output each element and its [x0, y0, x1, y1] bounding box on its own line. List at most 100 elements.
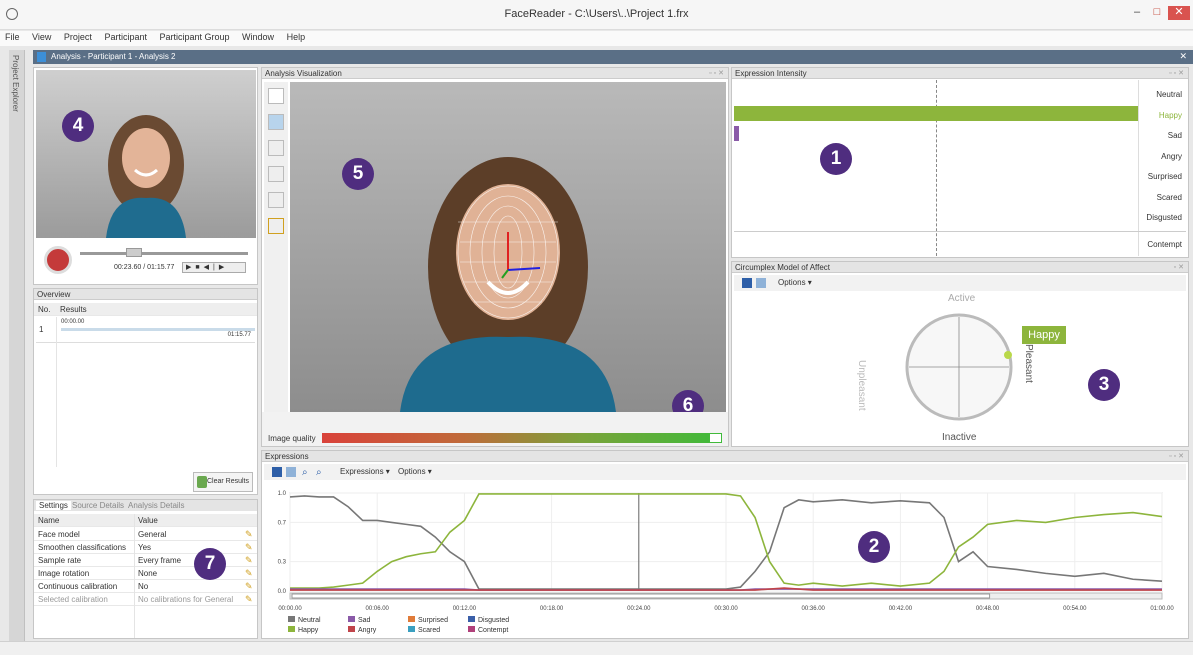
- menu-file[interactable]: File: [0, 31, 25, 43]
- panel-controls[interactable]: ▫▫✕: [1169, 68, 1186, 79]
- label-contempt: Contempt: [1147, 240, 1182, 249]
- analysis-video-frame: [290, 82, 726, 412]
- overview-row-end: 01:15.77: [227, 332, 251, 338]
- copy-icon[interactable]: [286, 467, 296, 477]
- menu-participant[interactable]: Participant: [99, 31, 152, 43]
- clear-results-label: Clear Results: [206, 478, 249, 485]
- minimize-button[interactable]: –: [1126, 6, 1148, 20]
- overview-row[interactable]: 1 00:00.00 01:15.77: [36, 319, 255, 343]
- edit-pencil-icon[interactable]: ✎: [245, 580, 253, 593]
- mesh-icon[interactable]: [268, 192, 284, 208]
- edit-pencil-icon[interactable]: ✎: [245, 567, 253, 580]
- menu-participant-group[interactable]: Participant Group: [154, 31, 234, 43]
- circumplex-title: Circumplex Model of Affect: [735, 263, 831, 272]
- legend-item-neutral: Neutral: [288, 616, 321, 624]
- document-icon: [37, 52, 46, 62]
- chart-scrollbar-thumb: [291, 593, 991, 599]
- label-neutral: Neutral: [1156, 90, 1182, 99]
- y-tick-label: 0.3: [278, 560, 287, 566]
- circumplex-options[interactable]: Options ▾: [778, 275, 812, 291]
- expressions-menu-label: Expressions: [340, 467, 384, 476]
- tab-settings[interactable]: Settings: [36, 501, 71, 510]
- overview-divider: [56, 317, 57, 467]
- legend-label: Sad: [358, 617, 371, 624]
- playback-slider[interactable]: [80, 252, 248, 255]
- overview-panel: Overview No. Results 1 00:00.00 01:15.77…: [33, 288, 258, 495]
- sidebar-label: Project Explorer: [11, 55, 20, 112]
- marker-2: 2: [858, 531, 890, 563]
- landmarks-icon[interactable]: [268, 166, 284, 182]
- transport-controls[interactable]: ▶■◀|▶: [182, 262, 246, 273]
- col-name: Name: [38, 516, 60, 525]
- expressions-options-menu[interactable]: Options ▾: [398, 464, 432, 480]
- panel-controls[interactable]: ▫▫✕: [1169, 451, 1186, 462]
- overview-title: Overview: [37, 290, 71, 299]
- x-tick-label: 00:12.00: [453, 606, 477, 612]
- clear-results-button[interactable]: Clear Results: [193, 472, 253, 492]
- visualization-header: Analysis Visualization ▫▫✕: [262, 68, 728, 79]
- legend-swatch: [468, 616, 475, 622]
- legend-label: Happy: [298, 627, 319, 634]
- title-bar: FaceReader - C:\Users\..\Project 1.frx –…: [0, 0, 1193, 30]
- setting-name: Sample rate: [38, 556, 82, 565]
- frame-icon[interactable]: [268, 88, 284, 104]
- visualization-panel: Analysis Visualization ▫▫✕ 5 6 Image qua…: [261, 67, 729, 447]
- edit-pencil-icon[interactable]: ✎: [245, 528, 253, 541]
- expressions-menu[interactable]: Expressions ▾: [340, 464, 390, 480]
- playback-slider-thumb[interactable]: [126, 248, 142, 257]
- edit-pencil-icon[interactable]: ✎: [245, 593, 253, 606]
- copy-icon[interactable]: [756, 278, 766, 288]
- overview-row-timeline: [61, 328, 255, 331]
- recycle-icon: [197, 476, 207, 488]
- legend-swatch: [348, 616, 355, 622]
- face-box-icon[interactable]: [268, 114, 284, 130]
- zoom-in-icon[interactable]: ⌕: [302, 465, 308, 481]
- expressions-title: Expressions: [265, 452, 309, 461]
- save-icon[interactable]: [272, 467, 282, 477]
- image-quality-area: Image quality: [262, 412, 728, 446]
- menu-view[interactable]: View: [27, 31, 56, 43]
- setting-name: Face model: [38, 530, 80, 539]
- menu-project[interactable]: Project: [59, 31, 97, 43]
- legend-item-contempt: Contempt: [468, 626, 508, 634]
- close-button[interactable]: ✕: [1168, 6, 1190, 20]
- circumplex-toolbar: Options ▾: [734, 275, 1186, 291]
- visualization-title: Analysis Visualization: [265, 69, 342, 78]
- panel-controls[interactable]: ▫▫✕: [709, 68, 726, 79]
- close-document-icon[interactable]: ✕: [1179, 51, 1187, 62]
- panel-controls[interactable]: ▫✕: [1174, 262, 1186, 273]
- document-tab[interactable]: Analysis - Participant 1 - Analysis 2 ✕: [33, 50, 1193, 64]
- edit-pencil-icon[interactable]: ✎: [245, 554, 253, 567]
- legend-label: Contempt: [478, 627, 509, 634]
- tab-analysis-details[interactable]: Analysis Details: [128, 501, 184, 510]
- edit-pencil-icon[interactable]: ✎: [245, 541, 253, 554]
- expressions-chart[interactable]: 00:00.00 00:06.00 00:12.00 00:18.00 00:24.00…: [264, 483, 1186, 613]
- legend-swatch: [468, 626, 475, 632]
- tab-source-details[interactable]: Source Details: [72, 501, 124, 510]
- legend-item-happy: Happy: [288, 626, 318, 634]
- x-tick-label: 00:30.00: [714, 606, 738, 612]
- happy-intensity-bar: [734, 106, 1138, 121]
- save-icon[interactable]: [742, 278, 752, 288]
- settings-row[interactable]: Smoothen classifications Yes ✎: [34, 541, 257, 554]
- project-explorer-sidebar[interactable]: Project Explorer: [9, 50, 25, 655]
- settings-row[interactable]: Continuous calibration No ✎: [34, 580, 257, 593]
- x-tick-label: 00:18.00: [540, 606, 564, 612]
- face-model-icon[interactable]: [268, 140, 284, 156]
- zoom-out-icon[interactable]: ⌕: [316, 465, 322, 481]
- settings-row[interactable]: Face model General ✎: [34, 528, 257, 541]
- window-title: FaceReader - C:\Users\..\Project 1.frx: [504, 8, 689, 20]
- menu-window[interactable]: Window: [237, 31, 279, 43]
- maximize-button[interactable]: □: [1146, 6, 1168, 20]
- gaze-icon[interactable]: [268, 218, 284, 234]
- x-tick-label: 00:48.00: [976, 606, 1000, 612]
- contempt-divider: [734, 231, 1186, 232]
- record-button[interactable]: [44, 246, 72, 274]
- legend-label: Surprised: [418, 617, 448, 624]
- legend-swatch: [408, 626, 415, 632]
- image-quality-bar: [322, 433, 722, 443]
- marker-7: 7: [194, 548, 226, 580]
- legend-item-disgusted: Disgusted: [468, 616, 509, 624]
- settings-row[interactable]: Selected calibration No calibrations for …: [34, 593, 257, 606]
- menu-help[interactable]: Help: [282, 31, 311, 43]
